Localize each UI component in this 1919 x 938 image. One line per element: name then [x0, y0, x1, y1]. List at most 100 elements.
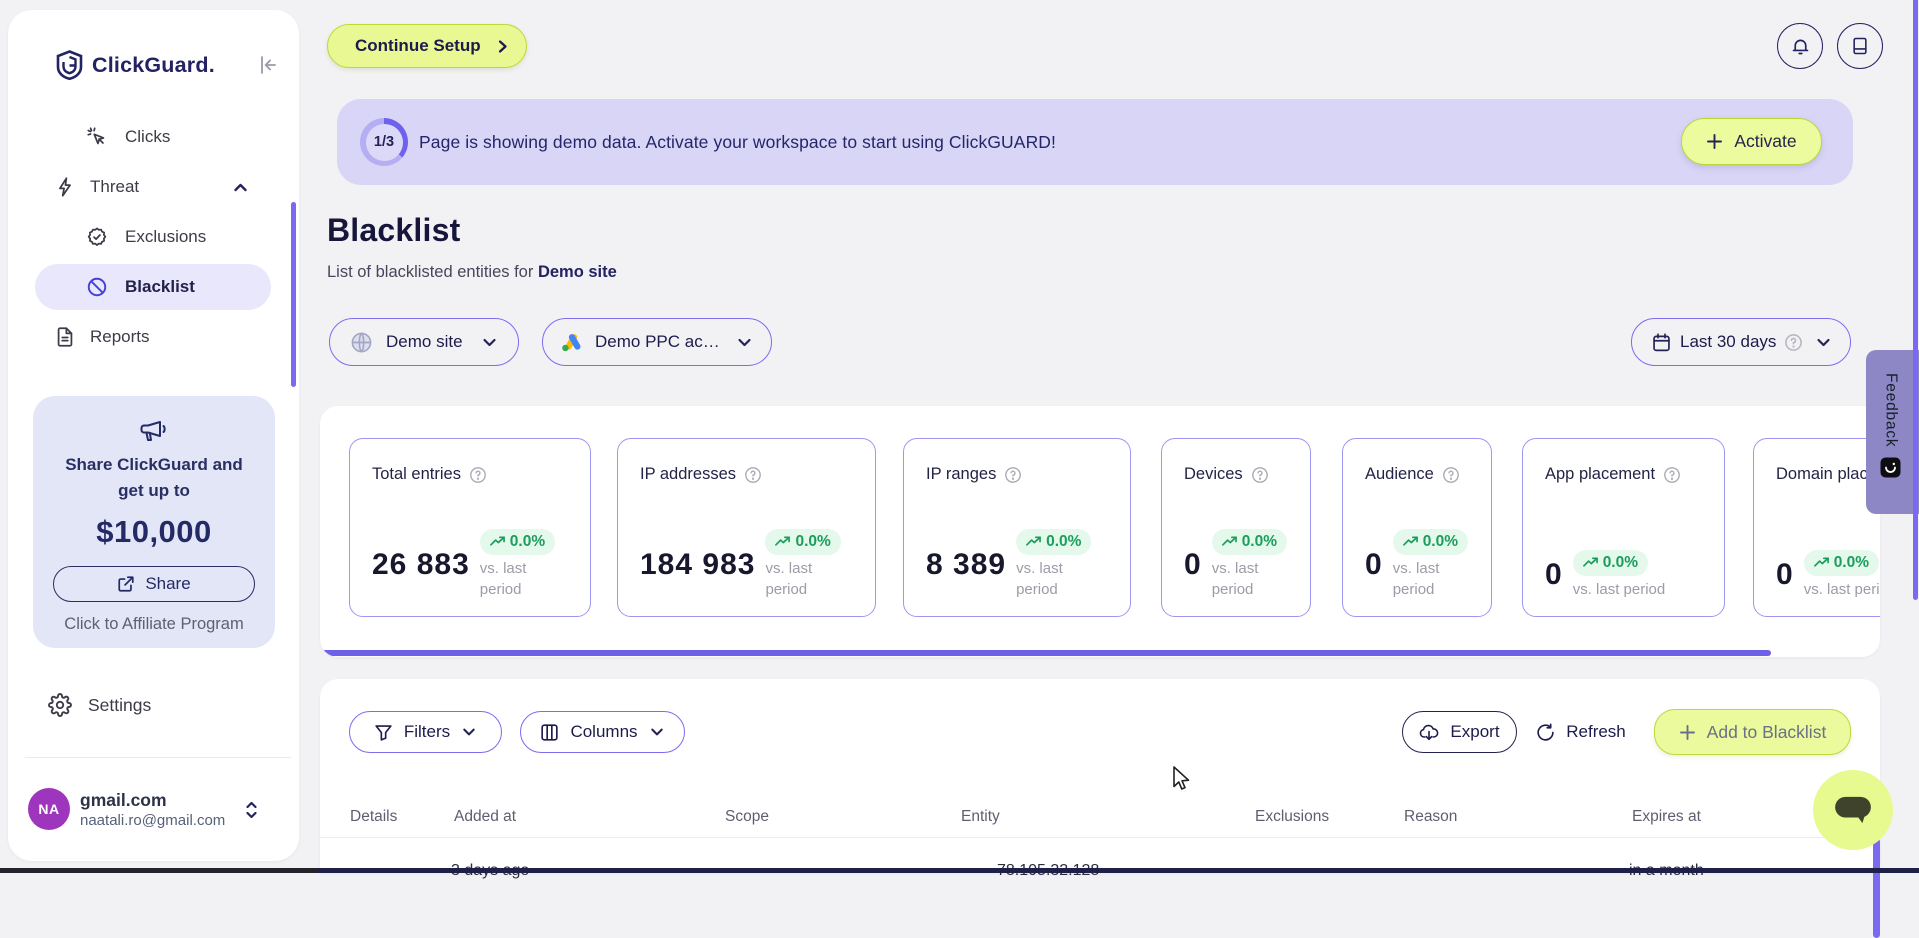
sidebar-item-settings[interactable]: Settings [8, 680, 299, 730]
help-circle-icon[interactable] [1663, 466, 1681, 484]
page-vertical-scrollbar[interactable] [1913, 0, 1918, 600]
sidebar-item-label: Settings [88, 694, 152, 715]
stat-title: IP addresses [640, 465, 737, 483]
sidebar-item-label: Blacklist [125, 277, 195, 296]
column-header-expires-at[interactable]: Expires at [1632, 808, 1701, 826]
column-header-entity[interactable]: Entity [961, 808, 1000, 826]
trending-up-icon [1813, 557, 1829, 569]
stats-horizontal-scrollbar[interactable] [321, 650, 1771, 656]
feedback-tab-label: Feedback [1882, 373, 1900, 448]
stat-card-ip-ranges: IP ranges 8 389 0.0% vs. last period [903, 438, 1131, 617]
help-circle-icon [1784, 333, 1803, 352]
sidebar-collapse-icon[interactable] [257, 54, 279, 76]
user-menu[interactable]: NA gmail.com naatali.ro@gmail.com [8, 788, 299, 830]
plus-icon [1679, 724, 1696, 741]
chevron-down-icon [481, 334, 498, 351]
column-header-details[interactable]: Details [350, 808, 397, 826]
knowledge-base-button[interactable] [1837, 23, 1883, 69]
stat-caption: vs. last period [1572, 581, 1666, 598]
notifications-button[interactable] [1777, 23, 1823, 69]
blacklist-table-panel: Filters Columns Export Refresh Add to Bl… [320, 679, 1880, 938]
change-value: 0.0% [795, 533, 831, 550]
avatar: NA [28, 788, 70, 830]
export-button[interactable]: Export [1402, 711, 1517, 753]
affiliate-promo-card[interactable]: Share ClickGuard and get up to $10,000 S… [33, 396, 275, 648]
page-subtitle: List of blacklisted entities for Demo si… [327, 263, 617, 282]
continue-setup-button[interactable]: Continue Setup [327, 24, 527, 68]
sidebar-item-label: Threat [90, 177, 140, 196]
stat-title: Domain placement [1776, 465, 1880, 483]
promo-text-line2: get up to [118, 481, 190, 500]
sidebar-item-label: Reports [90, 327, 150, 346]
promo-caption: Click to Affiliate Program [64, 615, 244, 633]
share-button[interactable]: Share [53, 566, 255, 602]
plus-icon [1706, 133, 1723, 150]
external-link-icon [117, 575, 135, 593]
trending-up-icon [489, 536, 505, 548]
change-value: 0.0% [1422, 533, 1459, 550]
page-title: Blacklist [327, 212, 461, 248]
change-badge: 0.0% [479, 529, 556, 555]
change-badge: 0.0% [1016, 529, 1092, 555]
sidebar-item-exclusions[interactable]: Exclusions [8, 212, 299, 262]
sidebar-item-reports[interactable]: Reports [8, 312, 299, 362]
help-circle-icon[interactable] [1442, 466, 1460, 484]
trending-up-icon [1026, 536, 1041, 548]
help-circle-icon[interactable] [469, 466, 487, 484]
site-selector[interactable]: Demo site [329, 318, 519, 366]
filters-button[interactable]: Filters [349, 711, 502, 753]
promo-amount: $10,000 [96, 514, 212, 549]
table-vertical-scrollbar[interactable] [1873, 838, 1880, 938]
activate-button[interactable]: Activate [1681, 118, 1822, 165]
column-header-scope[interactable]: Scope [725, 808, 769, 826]
columns-button[interactable]: Columns [520, 711, 685, 753]
stat-value: 0 [1365, 547, 1383, 581]
column-header-reason[interactable]: Reason [1404, 808, 1457, 826]
columns-button-label: Columns [570, 722, 638, 741]
ppc-account-selector[interactable]: Demo PPC ac… [542, 318, 772, 366]
sidebar-item-clicks[interactable]: Clicks [8, 112, 299, 162]
refresh-button[interactable]: Refresh [1535, 711, 1627, 753]
add-to-blacklist-button[interactable]: Add to Blacklist [1654, 709, 1851, 755]
stat-title: Total entries [372, 465, 461, 483]
sidebar: ClickGuard. Clicks Threat Exclusions Bla… [8, 10, 299, 861]
chevron-down-icon [1815, 334, 1832, 351]
trending-up-icon [1582, 557, 1598, 569]
site-selector-value: Demo site [386, 332, 463, 351]
setup-progress-step: 1/3 [365, 123, 403, 161]
feedback-tab[interactable]: Feedback [1866, 350, 1919, 514]
trending-up-icon [1221, 536, 1237, 548]
trending-up-icon [1402, 536, 1418, 548]
document-icon [54, 326, 76, 348]
chat-launcher-button[interactable] [1813, 770, 1893, 850]
stat-card-app-placement: App placement 0 0.0% vs. last period [1522, 438, 1725, 617]
cloud-download-icon [1419, 723, 1439, 741]
stat-value: 0 [1545, 558, 1563, 591]
sidebar-nav: Clicks Threat Exclusions Blacklist Repor… [8, 112, 299, 362]
funnel-icon [374, 723, 393, 742]
refresh-icon [1536, 722, 1555, 742]
sidebar-divider [25, 757, 291, 758]
workspace-name: gmail.com [80, 790, 167, 810]
bottom-edge-strip [318, 868, 1919, 873]
stat-card-total-entries: Total entries 26 883 0.0% vs. last perio… [349, 438, 591, 617]
help-circle-icon[interactable] [1004, 466, 1022, 484]
logo[interactable]: ClickGuard. [56, 50, 215, 80]
sidebar-item-label: Clicks [125, 127, 171, 146]
ppc-account-value: Demo PPC ac… [595, 332, 720, 351]
help-circle-icon[interactable] [744, 466, 762, 484]
column-header-added-at[interactable]: Added at [454, 808, 516, 826]
bell-icon [1790, 36, 1811, 57]
ban-icon [86, 276, 108, 298]
column-header-exclusions[interactable]: Exclusions [1255, 808, 1329, 826]
sidebar-item-threat[interactable]: Threat [8, 162, 299, 212]
help-circle-icon[interactable] [1251, 466, 1269, 484]
sidebar-item-blacklist[interactable]: Blacklist [8, 262, 299, 312]
date-range-value: Last 30 days [1680, 332, 1777, 351]
chevron-up-icon[interactable] [232, 179, 249, 196]
lightning-icon [54, 176, 76, 198]
stat-caption: vs. last period [1211, 560, 1259, 598]
date-range-selector[interactable]: Last 30 days [1631, 318, 1851, 366]
sidebar-scrollbar[interactable] [291, 202, 296, 387]
table-header-divider [320, 837, 1880, 838]
